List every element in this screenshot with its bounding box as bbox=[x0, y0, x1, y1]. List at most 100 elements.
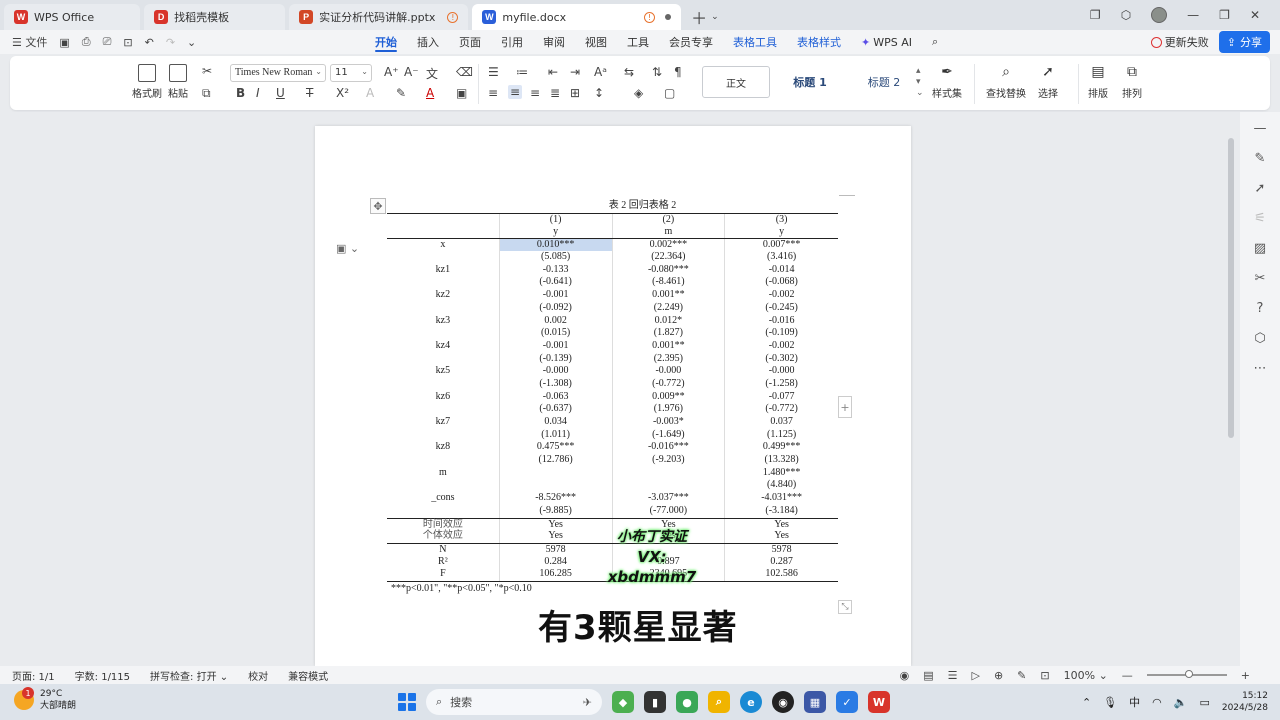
table-cell[interactable]: (1.011) bbox=[500, 428, 613, 442]
spell-check[interactable]: 拼写检查: 打开 ⌄ bbox=[150, 668, 228, 683]
row-label[interactable] bbox=[387, 479, 500, 493]
cut-icon[interactable]: ✂ bbox=[202, 64, 212, 78]
table-cell[interactable]: 0.475*** bbox=[500, 441, 613, 455]
play-icon[interactable]: ▷ bbox=[971, 669, 979, 682]
adjust-icon[interactable]: ⚟ bbox=[1252, 210, 1268, 226]
minimize-button[interactable]: — bbox=[1187, 8, 1199, 22]
table-cell[interactable]: (1.976) bbox=[613, 403, 726, 416]
table-cell[interactable] bbox=[613, 466, 726, 480]
superscript-icon[interactable]: X² bbox=[336, 86, 349, 100]
table-cell[interactable]: (-0.637) bbox=[500, 403, 613, 416]
zoom-out-icon[interactable]: — bbox=[1122, 669, 1133, 682]
tab-wps-office[interactable]: W WPS Office bbox=[4, 4, 141, 30]
align-center-icon[interactable]: ≡ bbox=[508, 85, 523, 99]
numbering-icon[interactable]: ≔ bbox=[516, 65, 528, 79]
row-label[interactable] bbox=[387, 276, 500, 290]
table-cell[interactable]: -4.031*** bbox=[725, 492, 838, 505]
page-count[interactable]: 页面: 1/1 bbox=[12, 668, 55, 683]
collapse-icon[interactable]: — bbox=[1252, 120, 1268, 136]
tab-table-style[interactable]: 表格样式 bbox=[787, 30, 851, 54]
restore-tabs-icon[interactable]: ❐ bbox=[1090, 8, 1101, 22]
copy-icon[interactable]: ⧉ bbox=[202, 86, 211, 101]
table-cell[interactable]: (-1.258) bbox=[725, 378, 838, 391]
table-cell[interactable]: (-0.245) bbox=[725, 302, 838, 315]
find-replace-button[interactable]: ⌕ 查找替换 bbox=[986, 64, 1026, 100]
row-label[interactable]: kz6 bbox=[387, 390, 500, 404]
maximize-button[interactable]: ❐ bbox=[1219, 8, 1230, 22]
vertical-scrollbar[interactable] bbox=[1228, 118, 1234, 648]
table-cell[interactable]: Yes bbox=[725, 519, 838, 531]
table-cell[interactable]: -0.002 bbox=[725, 289, 838, 302]
table-cell[interactable]: -0.014 bbox=[725, 264, 838, 277]
app-icon-record[interactable]: ◉ bbox=[772, 691, 794, 713]
table-cell[interactable]: -0.080*** bbox=[613, 263, 726, 277]
tab-reference[interactable]: 引用 bbox=[491, 30, 533, 54]
search-icon[interactable]: ⌕ bbox=[922, 30, 948, 54]
image-icon[interactable]: ▨ bbox=[1252, 240, 1268, 256]
table-cell[interactable]: -0.016 bbox=[725, 315, 838, 328]
row-label[interactable] bbox=[387, 403, 500, 416]
table-cell[interactable]: (-77.000) bbox=[613, 504, 726, 518]
table-cell[interactable]: (12.786) bbox=[500, 454, 613, 467]
search-app-icon[interactable]: ⌕ bbox=[708, 691, 730, 713]
phonetic-icon[interactable]: 文 bbox=[426, 65, 438, 82]
pen-icon[interactable]: ✎ bbox=[1252, 150, 1268, 166]
align-left-icon[interactable]: ≡ bbox=[488, 86, 498, 100]
table-cell[interactable]: -0.077 bbox=[725, 391, 838, 404]
clock[interactable]: 15:12 2024/5/28 bbox=[1222, 690, 1268, 714]
change-case-icon[interactable]: Aᵃ bbox=[594, 65, 607, 79]
row-label[interactable]: N bbox=[387, 543, 500, 556]
tray-expand-icon[interactable]: ⌃ bbox=[1082, 696, 1091, 709]
row-label[interactable]: m bbox=[387, 466, 500, 480]
table-cell[interactable]: 0.287 bbox=[725, 556, 838, 569]
arrange-button[interactable]: ⧉ 排列 bbox=[1122, 64, 1142, 100]
undo-icon[interactable]: ↶ bbox=[145, 36, 154, 49]
taskbar-search[interactable]: ⌕ 搜索 ✈ bbox=[426, 689, 602, 715]
table-cell[interactable]: (-8.461) bbox=[613, 276, 726, 290]
scroll-thumb[interactable] bbox=[1228, 138, 1234, 438]
row-label[interactable]: F bbox=[387, 568, 500, 581]
grow-font-icon[interactable]: A⁺ bbox=[384, 65, 399, 79]
write-icon[interactable]: ✎ bbox=[1017, 669, 1026, 682]
table-cell[interactable]: (-0.109) bbox=[725, 327, 838, 340]
tab-template[interactable]: D 找稻壳模板 bbox=[144, 4, 286, 30]
line-spacing-icon[interactable]: ↕ bbox=[594, 86, 604, 100]
table-cell[interactable]: 5978 bbox=[725, 544, 838, 556]
mic-icon[interactable]: 🎙 bbox=[1103, 696, 1117, 709]
font-size-select[interactable]: 11 ⌄ bbox=[330, 64, 372, 82]
tab-myfile-docx[interactable]: W myfile.docx ! bbox=[472, 4, 682, 30]
paste-button[interactable]: 粘贴 bbox=[168, 64, 188, 100]
table-cell[interactable]: (4.840) bbox=[725, 479, 838, 492]
style-scroll-icon[interactable]: ▴ ▾ ⌄ bbox=[916, 66, 924, 99]
layout-button[interactable]: ▤ 排版 bbox=[1088, 64, 1108, 100]
text-effect-icon[interactable]: A bbox=[366, 86, 374, 100]
style-normal[interactable]: 正文 bbox=[702, 66, 770, 98]
row-label[interactable]: R² bbox=[387, 555, 500, 569]
table-cell[interactable]: 0.009** bbox=[613, 390, 726, 404]
table-resize-handle[interactable]: ⤡ bbox=[838, 600, 852, 614]
new-tab-button[interactable]: ＋ ⌄ bbox=[691, 4, 719, 30]
feishu-icon[interactable]: ✓ bbox=[836, 691, 858, 713]
row-label[interactable]: kz4 bbox=[387, 339, 500, 353]
proofread[interactable]: 校对 bbox=[248, 668, 268, 683]
page-view-icon[interactable]: ▤ bbox=[923, 669, 933, 682]
tab-home[interactable]: 开始 bbox=[365, 30, 407, 54]
table-cell[interactable]: 1.480*** bbox=[725, 467, 838, 480]
align-right-icon[interactable]: ≡ bbox=[530, 86, 540, 100]
table-cell[interactable]: -8.526*** bbox=[500, 492, 613, 505]
table-cell[interactable]: (2.249) bbox=[613, 301, 726, 315]
show-marks-icon[interactable]: ¶ bbox=[674, 65, 682, 79]
indent-icon[interactable]: ⇥ bbox=[570, 65, 580, 79]
table-cell[interactable]: 0.001** bbox=[613, 339, 726, 353]
tab-table-tools[interactable]: 表格工具 bbox=[723, 30, 787, 54]
table-cell[interactable]: (1.125) bbox=[725, 429, 838, 442]
table-cell[interactable]: -0.016*** bbox=[613, 441, 726, 455]
wps-taskbar-icon[interactable]: W bbox=[868, 691, 890, 713]
font-name-select[interactable]: Times New Roman ⌄ bbox=[230, 64, 326, 82]
table-cell[interactable]: (1.827) bbox=[613, 327, 726, 340]
weather-widget[interactable]: 1 29°C 大部晴朗 bbox=[14, 687, 76, 712]
grid-app-icon[interactable]: ▦ bbox=[804, 691, 826, 713]
row-label[interactable]: kz7 bbox=[387, 416, 500, 429]
web-view-icon[interactable]: ⊕ bbox=[994, 669, 1003, 682]
italic-icon[interactable]: I bbox=[256, 86, 260, 100]
